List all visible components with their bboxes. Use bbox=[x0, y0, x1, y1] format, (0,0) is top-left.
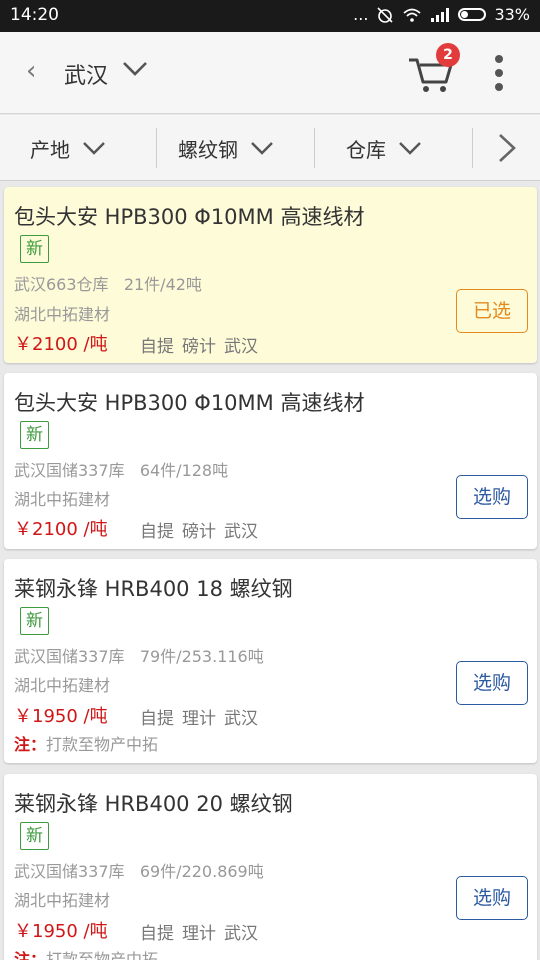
seller-name: 湖北中拓建材 bbox=[14, 891, 111, 910]
price: ￥1950 /吨 bbox=[14, 921, 108, 942]
price: ￥2100 /吨 bbox=[14, 334, 108, 355]
chevron-down-icon bbox=[399, 142, 421, 155]
warehouse-name: 武汉国储337库 bbox=[14, 647, 125, 666]
chevron-down-icon bbox=[83, 142, 105, 155]
product-title: 莱钢永锋 HRB400 18 螺纹钢 bbox=[14, 577, 293, 601]
status-bar: 14:20 ... 33% bbox=[0, 0, 540, 32]
product-title: 包头大安 HPB300 Φ10MM 高速线材 bbox=[14, 391, 365, 415]
alarm-off-icon bbox=[377, 6, 394, 23]
city-tag: 武汉 bbox=[224, 337, 258, 357]
city-selector[interactable]: 武汉 bbox=[64, 58, 108, 90]
price: ￥2100 /吨 bbox=[14, 519, 108, 540]
measure-tag: 理计 bbox=[182, 709, 216, 729]
product-card[interactable]: 莱钢永锋 HRB400 20 螺纹钢 新 武汉国储337库 69件/220.86… bbox=[4, 774, 537, 960]
note-text: 打款至物产中拓 bbox=[46, 950, 159, 960]
stock-quantity: 69件/220.869吨 bbox=[139, 862, 264, 881]
buy-button[interactable]: 选购 bbox=[456, 475, 528, 519]
filter-divider bbox=[156, 128, 157, 168]
new-badge: 新 bbox=[20, 235, 49, 263]
pickup-tag: 自提 bbox=[140, 522, 174, 542]
chevron-down-icon bbox=[251, 142, 273, 155]
pickup-tag: 自提 bbox=[140, 924, 174, 944]
battery-icon bbox=[458, 8, 487, 21]
product-title: 包头大安 HPB300 Φ10MM 高速线材 bbox=[14, 205, 365, 229]
pickup-tag: 自提 bbox=[140, 709, 174, 729]
battery-percent: 33% bbox=[494, 5, 530, 24]
price: ￥1950 /吨 bbox=[14, 706, 108, 727]
new-badge: 新 bbox=[20, 822, 49, 850]
chevron-right-icon[interactable] bbox=[496, 133, 518, 163]
stock-info: 武汉国储337库 69件/220.869吨 bbox=[14, 858, 264, 882]
filter-origin-label: 产地 bbox=[30, 137, 70, 162]
cart-count-badge: 2 bbox=[436, 43, 460, 67]
filter-category-label: 螺纹钢 bbox=[178, 137, 238, 162]
signal-icon bbox=[431, 7, 450, 22]
note-text: 打款至物产中拓 bbox=[46, 735, 159, 754]
delivery-tags: 自提 理计 武汉 bbox=[140, 919, 266, 944]
stock-quantity: 79件/253.116吨 bbox=[139, 647, 264, 666]
city-tag: 武汉 bbox=[224, 522, 258, 542]
measure-tag: 磅计 bbox=[182, 522, 216, 542]
seller-name: 湖北中拓建材 bbox=[14, 676, 111, 695]
delivery-tags: 自提 磅计 武汉 bbox=[140, 517, 266, 542]
new-badge: 新 bbox=[20, 421, 49, 449]
status-dots: ... bbox=[353, 5, 369, 24]
status-time: 14:20 bbox=[10, 5, 59, 25]
city-tag: 武汉 bbox=[224, 709, 258, 729]
seller-name: 湖北中拓建材 bbox=[14, 490, 111, 509]
note-label: 注： bbox=[14, 950, 47, 960]
delivery-tags: 自提 理计 武汉 bbox=[140, 704, 266, 729]
note-label: 注： bbox=[14, 735, 47, 754]
buy-button[interactable]: 选购 bbox=[456, 661, 528, 705]
pickup-tag: 自提 bbox=[140, 337, 174, 357]
buy-button[interactable]: 选购 bbox=[456, 876, 528, 920]
stock-info: 武汉国储337库 79件/253.116吨 bbox=[14, 643, 264, 667]
filter-bar: 产地 螺纹钢 仓库 bbox=[0, 115, 540, 181]
selected-button[interactable]: 已选 bbox=[456, 289, 528, 333]
filter-warehouse[interactable]: 仓库 bbox=[346, 115, 422, 181]
filter-origin[interactable]: 产地 bbox=[30, 115, 106, 181]
wifi-icon bbox=[403, 8, 422, 22]
delivery-tags: 自提 磅计 武汉 bbox=[140, 332, 266, 357]
filter-warehouse-label: 仓库 bbox=[346, 137, 386, 162]
seller-name: 湖北中拓建材 bbox=[14, 305, 111, 324]
city-tag: 武汉 bbox=[224, 924, 258, 944]
filter-divider bbox=[314, 128, 315, 168]
chevron-down-icon[interactable] bbox=[122, 60, 148, 78]
payment-note: 注：打款至物产中拓 bbox=[14, 731, 158, 755]
measure-tag: 磅计 bbox=[182, 337, 216, 357]
more-icon[interactable] bbox=[494, 54, 504, 92]
payment-note: 注：打款至物产中拓 bbox=[14, 946, 158, 960]
warehouse-name: 武汉国储337库 bbox=[14, 862, 125, 881]
measure-tag: 理计 bbox=[182, 924, 216, 944]
app-bar: ‹ 武汉 2 bbox=[0, 32, 540, 114]
product-card[interactable]: 包头大安 HPB300 Φ10MM 高速线材 新 武汉663仓库 21件/42吨… bbox=[4, 187, 537, 363]
stock-info: 武汉国储337库 64件/128吨 bbox=[14, 457, 228, 481]
stock-quantity: 64件/128吨 bbox=[139, 461, 229, 480]
new-badge: 新 bbox=[20, 607, 49, 635]
product-card[interactable]: 包头大安 HPB300 Φ10MM 高速线材 新 武汉国储337库 64件/12… bbox=[4, 373, 537, 549]
product-title: 莱钢永锋 HRB400 20 螺纹钢 bbox=[14, 792, 293, 816]
warehouse-name: 武汉663仓库 bbox=[14, 275, 109, 294]
stock-info: 武汉663仓库 21件/42吨 bbox=[14, 271, 202, 295]
product-card[interactable]: 莱钢永锋 HRB400 18 螺纹钢 新 武汉国储337库 79件/253.11… bbox=[4, 559, 537, 763]
warehouse-name: 武汉国储337库 bbox=[14, 461, 125, 480]
filter-category[interactable]: 螺纹钢 bbox=[178, 115, 274, 181]
back-icon[interactable]: ‹ bbox=[26, 56, 36, 86]
stock-quantity: 21件/42吨 bbox=[123, 275, 202, 294]
filter-divider bbox=[472, 128, 473, 168]
